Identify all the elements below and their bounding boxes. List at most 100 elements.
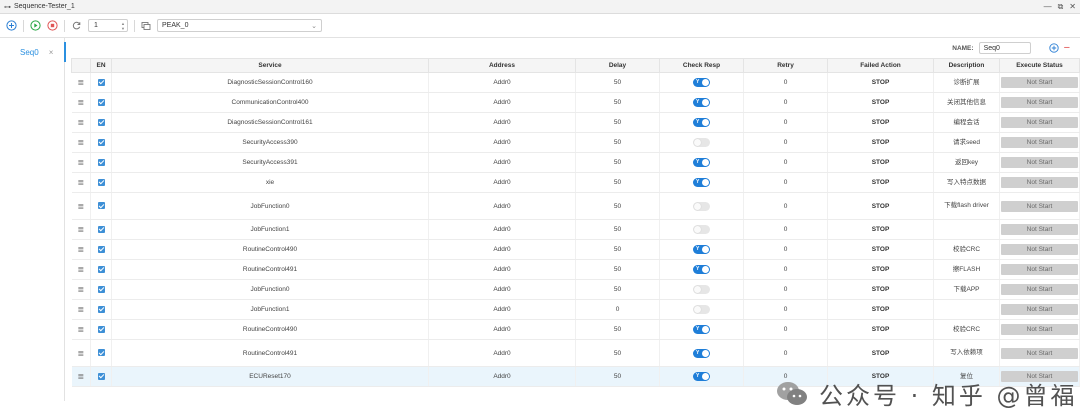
failed-action-cell[interactable]: STOP <box>827 152 934 173</box>
failed-action-cell[interactable]: STOP <box>827 72 934 93</box>
drag-handle-cell[interactable]: ≣ <box>71 319 91 340</box>
drag-handle-icon[interactable]: ≣ <box>77 118 84 127</box>
check-resp-toggle[interactable]: Y <box>693 348 710 358</box>
table-row[interactable]: ≣ JobFunction0 Addr0 50 0 STOP 下载APP Not Start <box>71 279 1080 300</box>
failed-action-cell[interactable]: STOP <box>827 279 934 300</box>
drag-handle-icon[interactable]: ≣ <box>77 285 84 294</box>
retry-cell[interactable]: 0 <box>743 112 828 133</box>
enable-checkbox[interactable] <box>97 349 105 357</box>
check-resp-toggle[interactable]: Y <box>693 325 710 334</box>
delay-cell[interactable]: 50 <box>575 92 660 113</box>
drag-handle-icon[interactable]: ≣ <box>77 265 84 274</box>
sequence-name-input[interactable]: Seq0 <box>978 42 1031 54</box>
drag-handle-cell[interactable]: ≣ <box>71 92 91 113</box>
drag-handle-cell[interactable]: ≣ <box>71 219 91 240</box>
description-cell[interactable]: 校验CRC <box>933 239 1000 260</box>
address-cell[interactable]: Addr0 <box>428 339 576 367</box>
table-row[interactable]: ≣ SecurityAccess390 Addr0 50 0 STOP 请求seed Not … <box>71 132 1080 153</box>
drag-handle-icon[interactable]: ≣ <box>77 138 84 147</box>
enable-checkbox[interactable] <box>97 118 105 126</box>
check-resp-toggle[interactable]: Y <box>693 158 710 167</box>
address-cell[interactable]: Addr0 <box>428 259 576 280</box>
loop-button[interactable] <box>71 20 82 31</box>
retry-cell[interactable]: 0 <box>743 152 828 173</box>
delay-cell[interactable]: 50 <box>575 259 660 280</box>
drag-handle-icon[interactable]: ≣ <box>77 225 84 234</box>
address-cell[interactable]: Addr0 <box>428 92 576 113</box>
address-cell[interactable]: Addr0 <box>428 366 576 387</box>
table-row[interactable]: ≣ RoutineControl490 Addr0 50 Y 0 STOP 校验CRC Not … <box>71 319 1080 340</box>
drag-handle-cell[interactable]: ≣ <box>71 112 91 133</box>
repeat-count-stepper[interactable]: 1 ▲ ▼ <box>88 19 128 32</box>
description-cell[interactable]: 诊断扩展 <box>933 72 1000 93</box>
en-cell[interactable] <box>90 72 112 93</box>
enable-checkbox[interactable] <box>97 285 105 293</box>
description-cell[interactable]: 关闭其他信息 <box>933 92 1000 113</box>
table-row[interactable]: ≣ JobFunction1 Addr0 0 0 STOP Not Start <box>71 299 1080 320</box>
drag-handle-cell[interactable]: ≣ <box>71 192 91 220</box>
drag-handle-cell[interactable]: ≣ <box>71 299 91 320</box>
check-resp-toggle[interactable] <box>693 138 710 147</box>
en-cell[interactable] <box>90 192 112 220</box>
drag-handle-cell[interactable]: ≣ <box>71 152 91 173</box>
delay-cell[interactable]: 50 <box>575 132 660 153</box>
check-resp-toggle[interactable]: Y <box>693 265 710 274</box>
run-button[interactable] <box>30 20 41 31</box>
address-cell[interactable]: Addr0 <box>428 219 576 240</box>
enable-checkbox[interactable] <box>97 265 105 273</box>
remove-row-icon[interactable]: − <box>1064 43 1070 54</box>
failed-action-cell[interactable]: STOP <box>827 132 934 153</box>
stop-button[interactable] <box>47 20 58 31</box>
table-row[interactable]: ≣ DiagnosticSessionControl160 Addr0 50 Y 0 STO… <box>71 72 1080 93</box>
drag-handle-cell[interactable]: ≣ <box>71 132 91 153</box>
address-cell[interactable]: Addr0 <box>428 152 576 173</box>
en-cell[interactable] <box>90 172 112 193</box>
address-cell[interactable]: Addr0 <box>428 172 576 193</box>
drag-handle-icon[interactable]: ≣ <box>77 245 84 254</box>
drag-handle-cell[interactable]: ≣ <box>71 279 91 300</box>
drag-handle-cell[interactable]: ≣ <box>71 72 91 93</box>
failed-action-cell[interactable]: STOP <box>827 172 934 193</box>
service-cell[interactable]: RoutineControl490 <box>111 239 429 260</box>
add-sequence-button[interactable] <box>6 20 17 31</box>
retry-cell[interactable]: 0 <box>743 172 828 193</box>
add-row-icon[interactable] <box>1048 43 1059 53</box>
en-cell[interactable] <box>90 132 112 153</box>
retry-cell[interactable]: 0 <box>743 239 828 260</box>
delay-cell[interactable]: 50 <box>575 239 660 260</box>
failed-action-cell[interactable]: STOP <box>827 299 934 320</box>
delay-cell[interactable]: 50 <box>575 319 660 340</box>
retry-cell[interactable]: 0 <box>743 72 828 93</box>
address-cell[interactable]: Addr0 <box>428 239 576 260</box>
en-cell[interactable] <box>90 339 112 367</box>
description-cell[interactable]: 擦FLASH <box>933 259 1000 280</box>
drag-handle-icon[interactable]: ≣ <box>77 78 84 87</box>
description-cell[interactable]: 请求seed <box>933 132 1000 153</box>
address-cell[interactable]: Addr0 <box>428 319 576 340</box>
retry-cell[interactable]: 0 <box>743 132 828 153</box>
failed-action-cell[interactable]: STOP <box>827 219 934 240</box>
service-cell[interactable]: DiagnosticSessionControl160 <box>111 72 429 93</box>
description-cell[interactable]: 编程会话 <box>933 112 1000 133</box>
en-cell[interactable] <box>90 219 112 240</box>
restore-icon[interactable]: ⧉ <box>1058 2 1064 12</box>
retry-cell[interactable]: 0 <box>743 339 828 367</box>
check-resp-toggle[interactable]: Y <box>693 178 710 187</box>
description-cell[interactable]: 下载flash driver <box>933 192 1000 220</box>
retry-cell[interactable]: 0 <box>743 279 828 300</box>
retry-cell[interactable]: 0 <box>743 192 828 220</box>
delay-cell[interactable]: 50 <box>575 192 660 220</box>
enable-checkbox[interactable] <box>97 372 105 380</box>
service-cell[interactable]: ECUReset170 <box>111 366 429 387</box>
close-window-icon[interactable]: ✕ <box>1069 2 1076 12</box>
drag-handle-icon[interactable]: ≣ <box>77 98 84 107</box>
enable-checkbox[interactable] <box>97 245 105 253</box>
delay-cell[interactable]: 50 <box>575 219 660 240</box>
retry-cell[interactable]: 0 <box>743 299 828 320</box>
drag-handle-icon[interactable]: ≣ <box>77 158 84 167</box>
service-cell[interactable]: RoutineControl491 <box>111 259 429 280</box>
service-cell[interactable]: RoutineControl491 <box>111 339 429 367</box>
drag-handle-cell[interactable]: ≣ <box>71 259 91 280</box>
description-cell[interactable] <box>933 219 1000 240</box>
drag-handle-icon[interactable]: ≣ <box>77 325 84 334</box>
